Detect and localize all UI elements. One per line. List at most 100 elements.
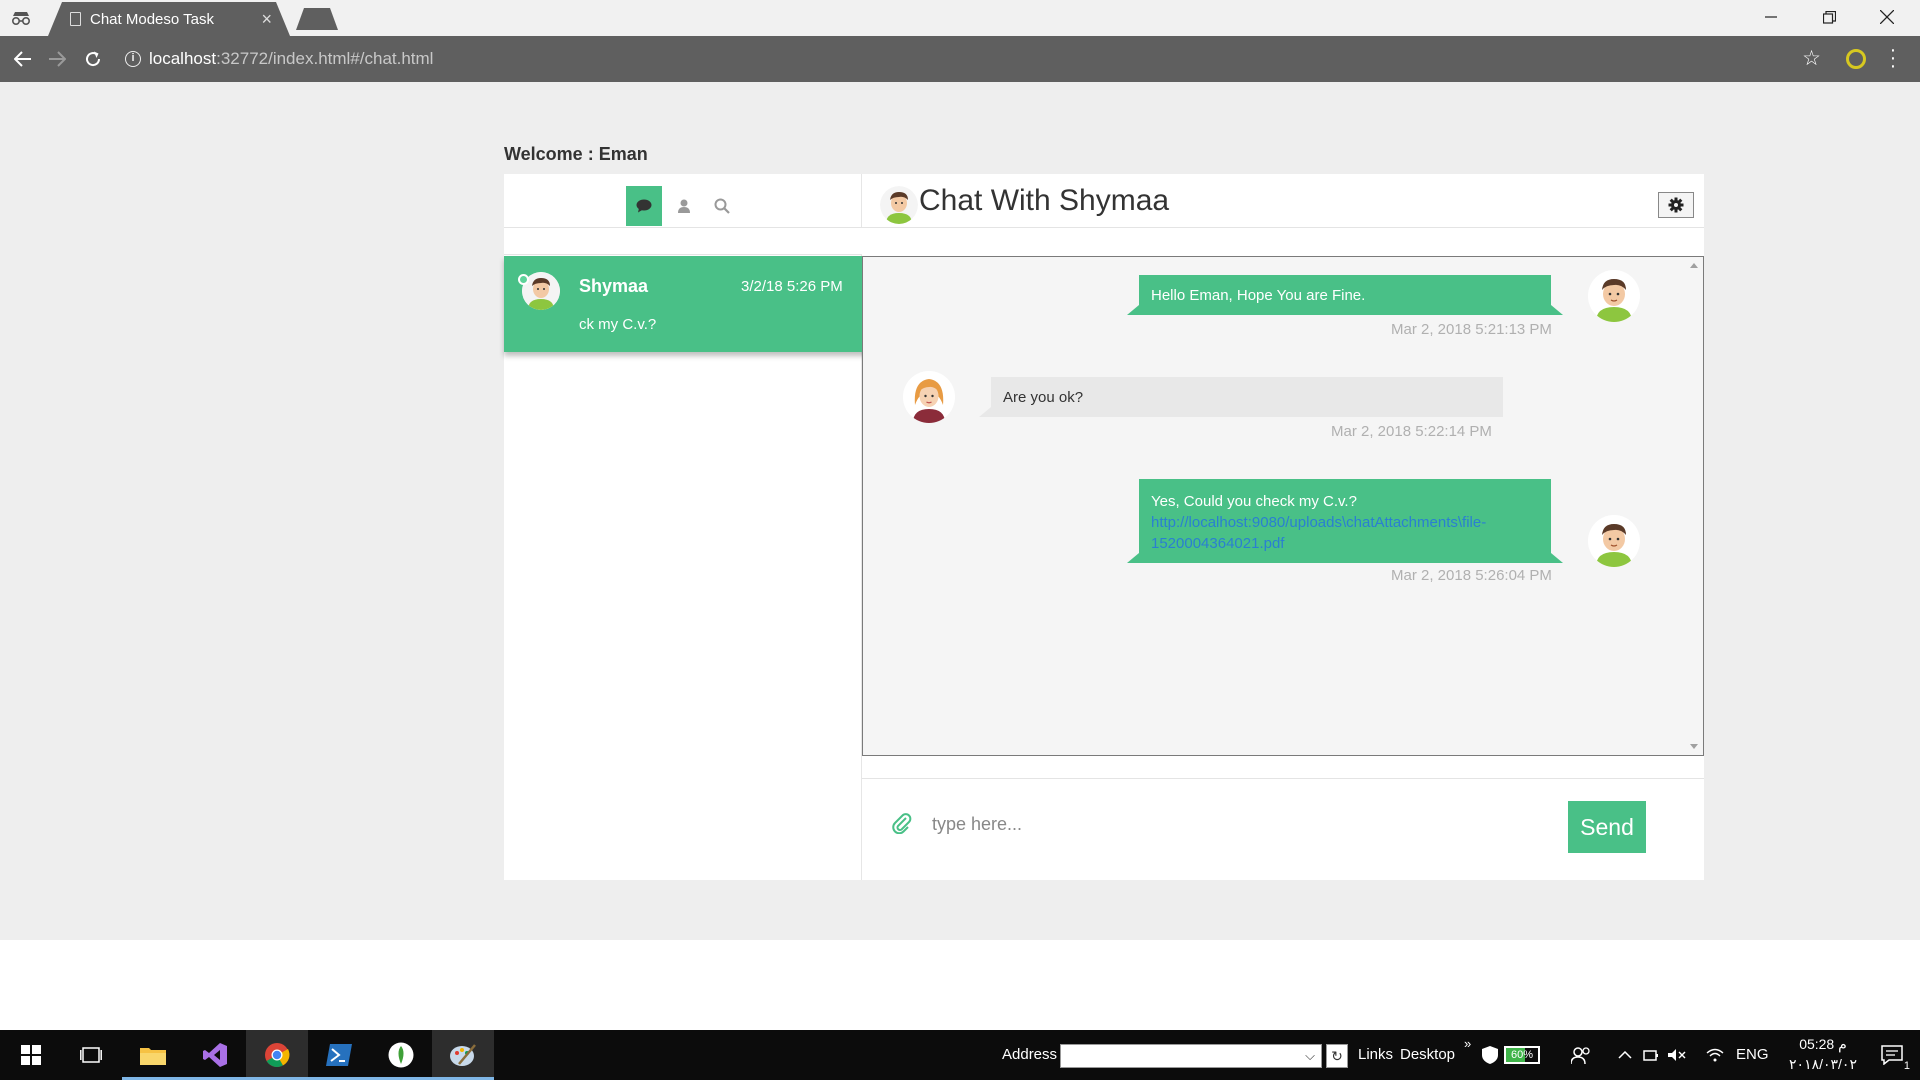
message-time: Mar 2, 2018 5:22:14 PM [1331,423,1492,440]
chat-partner-avatar [880,186,918,224]
page-icon [70,12,81,26]
page-footer-area [0,940,1920,1030]
search-tab-icon[interactable] [704,186,740,226]
panel-tabs [504,174,862,228]
powershell-icon[interactable] [308,1030,370,1080]
chevron-up-icon[interactable] [1612,1030,1638,1080]
browser-tab-active[interactable]: Chat Modeso Task × [48,2,290,36]
chats-tab-icon[interactable] [626,186,662,226]
online-status-dot [518,274,529,285]
url-host: localhost [149,49,217,68]
bubble-tail [1551,553,1563,563]
url-text: localhost:32772/index.html#/chat.html [149,49,433,69]
message-bubble-outgoing: Yes, Could you check my C.v.? http://loc… [1139,479,1551,563]
window-restore-button[interactable] [1800,0,1858,34]
tab-title: Chat Modeso Task [90,11,214,28]
sender-avatar [1588,515,1640,567]
desktop-toolbar[interactable]: Desktop [1400,1046,1455,1063]
window-minimize-button[interactable] [1742,0,1800,34]
volume-muted-icon[interactable] [1664,1030,1690,1080]
message-input[interactable] [922,803,1422,845]
address-toolbar-label: Address [1002,1046,1058,1063]
mongodb-icon[interactable] [370,1030,432,1080]
back-arrow-icon[interactable] [10,46,36,72]
contact-last-message: ck my C.v.? [579,316,657,333]
chrome-icon[interactable] [246,1030,308,1080]
address-bar[interactable]: i localhost:32772/index.html#/chat.html … [115,42,1835,76]
gear-icon [1668,197,1684,213]
contact-name: Shymaa [579,276,649,296]
system-clock[interactable]: 05:28 م ٢٠١٨/٠٣/٠٢ [1775,1034,1871,1074]
new-tab-button[interactable] [296,8,338,30]
chat-header: Chat With Shymaa [862,174,1704,228]
send-button[interactable]: Send [1568,801,1646,853]
notification-center-icon[interactable]: 1 [1868,1030,1916,1080]
welcome-username: Eman [598,144,648,164]
message-time: Mar 2, 2018 5:21:13 PM [1391,321,1552,338]
welcome-label: Welcome : [504,144,594,164]
bubble-tail [1551,305,1563,315]
windows-taskbar: Address ⌵ ↻ Links Desktop » 60% ENG 05:2… [0,1030,1920,1080]
notification-count: 1 [1903,1060,1910,1072]
url-path: :32772/index.html#/chat.html [216,49,434,68]
message-text: Are you ok? [1003,389,1084,406]
sender-avatar [1588,270,1640,322]
tab-close-icon[interactable]: × [261,9,272,30]
battery-indicator[interactable]: 60% [1504,1046,1540,1064]
attachment-link-line2: 1520004364021.pdf [1151,535,1285,552]
toolbar-overflow-icon[interactable]: » [1464,1036,1471,1051]
power-plug-icon[interactable] [1638,1030,1664,1080]
address-refresh-icon[interactable]: ↻ [1326,1044,1348,1068]
battery-percent: 60% [1510,1049,1534,1061]
file-explorer-icon[interactable] [122,1030,184,1080]
message-text: Hello Eman, Hope You are Fine. [1151,287,1366,304]
browser-menu-icon[interactable]: · · · [1888,40,1898,76]
panel-divider [504,228,862,255]
clock-date: ٢٠١٨/٠٣/٠٢ [1789,1056,1857,1072]
bubble-tail [979,407,991,417]
scroll-up-arrow-icon[interactable] [1690,263,1698,268]
message-composer: Send [862,778,1704,880]
language-indicator[interactable]: ENG [1736,1046,1769,1063]
scroll-down-arrow-icon[interactable] [1690,744,1698,749]
bubble-tail [1127,553,1139,563]
message-bubble-incoming: Are you ok? [991,377,1503,417]
window-close-button[interactable] [1858,0,1916,34]
contact-last-date: 3/2/18 5:26 PM [741,278,843,295]
contacts-tab-icon[interactable] [666,186,702,226]
people-icon[interactable] [1566,1030,1596,1080]
clock-time: 05:28 م [1799,1036,1847,1052]
message-text: Yes, Could you check my C.v.? [1151,493,1357,510]
forward-arrow-icon[interactable] [44,46,70,72]
settings-button[interactable] [1658,192,1694,218]
paperclip-icon[interactable] [890,811,914,835]
message-time: Mar 2, 2018 5:26:04 PM [1391,567,1552,584]
bubble-tail [1127,305,1139,315]
windows-start-icon[interactable] [0,1030,62,1080]
address-toolbar-input[interactable]: ⌵ [1060,1044,1322,1068]
welcome-text: Welcome : Eman [504,144,648,165]
conversations-panel: Shymaa 3/2/18 5:26 PM ck my C.v.? [504,174,874,880]
message-scrollbar[interactable] [1687,257,1703,755]
paint-app-icon[interactable] [432,1030,494,1080]
extension-icon[interactable] [1846,49,1866,69]
task-view-icon[interactable] [60,1030,122,1080]
message-bubble-outgoing: Hello Eman, Hope You are Fine. [1139,275,1551,315]
chevron-down-icon[interactable]: ⌵ [1305,1048,1315,1064]
contact-item-shymaa[interactable]: Shymaa 3/2/18 5:26 PM ck my C.v.? [504,256,874,352]
reload-icon[interactable] [80,46,106,72]
browser-toolbar: i localhost:32772/index.html#/chat.html … [0,36,1920,82]
visual-studio-icon[interactable] [184,1030,246,1080]
wifi-icon[interactable] [1702,1030,1728,1080]
receiver-avatar [903,371,955,423]
info-icon[interactable]: i [125,51,141,67]
chat-title: Chat With Shymaa [919,184,1170,217]
attachment-link[interactable]: http://localhost:9080/uploads\chatAttach… [1151,512,1539,554]
attachment-link-line1: http://localhost:9080/uploads\chatAttach… [1151,514,1487,531]
chat-panel: Chat With Shymaa Hello Eman, Hope You ar… [862,174,1704,880]
message-list[interactable]: Hello Eman, Hope You are Fine. Mar 2, 20… [862,256,1704,756]
links-toolbar[interactable]: Links [1358,1046,1393,1063]
security-shield-icon[interactable] [1478,1030,1502,1080]
bookmark-star-icon[interactable]: ☆ [1802,46,1821,71]
browser-titlebar: Chat Modeso Task × [0,0,1920,36]
